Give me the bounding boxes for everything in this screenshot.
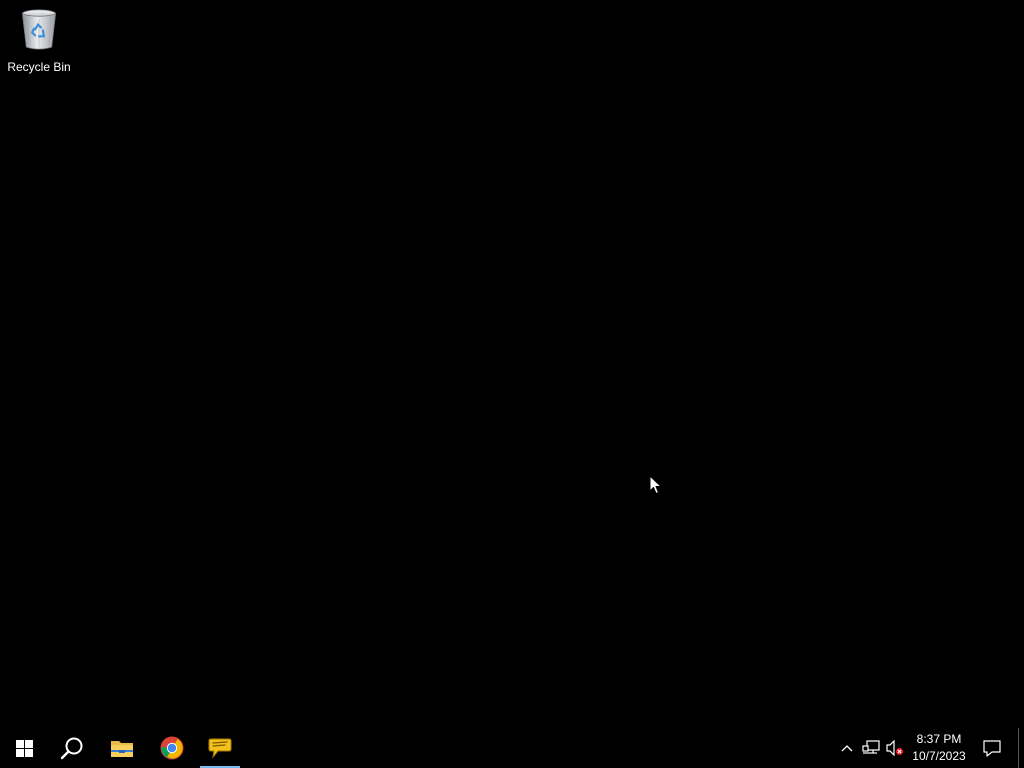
windows-logo-icon xyxy=(15,739,33,757)
search-button[interactable] xyxy=(48,728,96,768)
action-center-button[interactable] xyxy=(978,728,1006,768)
clock-date: 10/7/2023 xyxy=(912,749,966,763)
file-explorer-button[interactable] xyxy=(98,728,146,768)
taskbar: 8:37 PM 10/7/2023 xyxy=(0,728,1024,768)
recycle-bin-icon xyxy=(21,9,57,50)
chat-app-button[interactable] xyxy=(200,728,240,768)
volume-muted-icon xyxy=(886,740,904,756)
search-icon xyxy=(60,737,83,760)
mouse-pointer-icon xyxy=(649,475,662,494)
chrome-button[interactable] xyxy=(148,728,196,768)
desktop-icon-recycle-bin[interactable]: Recycle Bin xyxy=(4,4,74,74)
clock-time: 8:37 PM xyxy=(916,732,962,746)
action-center-icon xyxy=(983,739,1001,757)
desktop[interactable]: Recycle Bin xyxy=(0,0,1024,728)
taskbar-clock[interactable]: 8:37 PM 10/7/2023 xyxy=(906,728,972,768)
show-hidden-icons-button[interactable] xyxy=(836,728,858,768)
chevron-up-icon xyxy=(841,745,853,752)
speech-bubble-icon xyxy=(208,738,232,759)
chrome-icon xyxy=(160,736,184,760)
start-button[interactable] xyxy=(0,728,48,768)
volume-button[interactable] xyxy=(884,728,906,768)
network-button[interactable] xyxy=(860,728,882,768)
show-desktop-button[interactable] xyxy=(1018,728,1024,768)
network-icon xyxy=(862,740,880,754)
folder-icon xyxy=(111,741,133,757)
recycle-bin-label: Recycle Bin xyxy=(7,60,71,74)
